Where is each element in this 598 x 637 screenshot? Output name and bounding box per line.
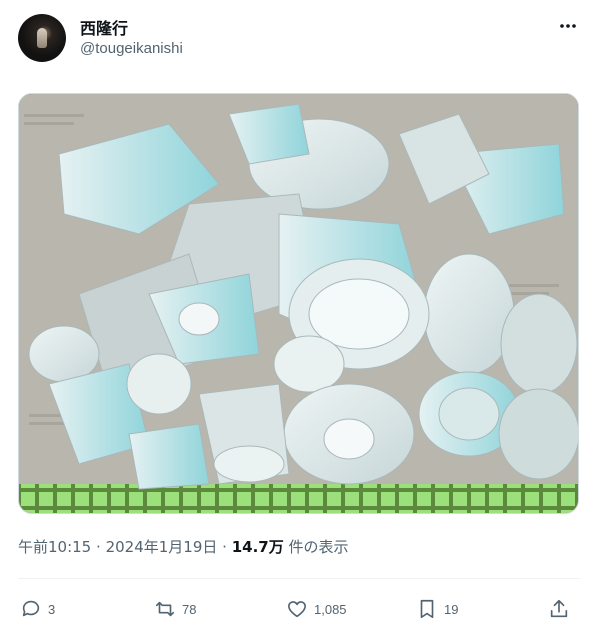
view-count: 14.7万 xyxy=(231,538,284,556)
like-count: 1,085 xyxy=(314,601,347,617)
reply-icon xyxy=(22,600,40,617)
post-image[interactable] xyxy=(18,93,579,514)
meta-separator: · xyxy=(96,538,101,556)
bookmark-count: 19 xyxy=(444,601,459,617)
avatar[interactable] xyxy=(18,14,66,62)
post-time[interactable]: 午前10:15 xyxy=(18,538,91,556)
bookmark-button[interactable]: 19 xyxy=(416,594,458,624)
post-meta: 午前10:15 · 2024年1月19日 · 14.7万 件の表示 xyxy=(18,536,349,557)
repost-icon xyxy=(155,601,175,617)
repost-count: 78 xyxy=(182,601,197,617)
like-button[interactable]: 1,085 xyxy=(286,594,347,624)
divider xyxy=(18,578,580,579)
repost-button[interactable]: 78 xyxy=(154,594,196,624)
bookmark-icon xyxy=(420,599,434,619)
share-icon xyxy=(550,599,568,618)
broken-pottery-photo xyxy=(19,94,578,513)
post-date[interactable]: 2024年1月19日 xyxy=(106,538,218,556)
reply-button[interactable]: 3 xyxy=(20,594,55,624)
more-icon[interactable] xyxy=(556,14,580,38)
heart-icon xyxy=(287,601,307,618)
author-name[interactable]: 西隆行 xyxy=(80,15,128,39)
share-button[interactable] xyxy=(548,594,570,624)
view-label: 件の表示 xyxy=(288,538,349,556)
action-bar: 3 78 1,085 19 xyxy=(18,594,580,624)
reply-count: 3 xyxy=(48,601,56,617)
author-handle[interactable]: @tougeikanishi xyxy=(80,40,183,57)
meta-separator: · xyxy=(222,538,227,556)
